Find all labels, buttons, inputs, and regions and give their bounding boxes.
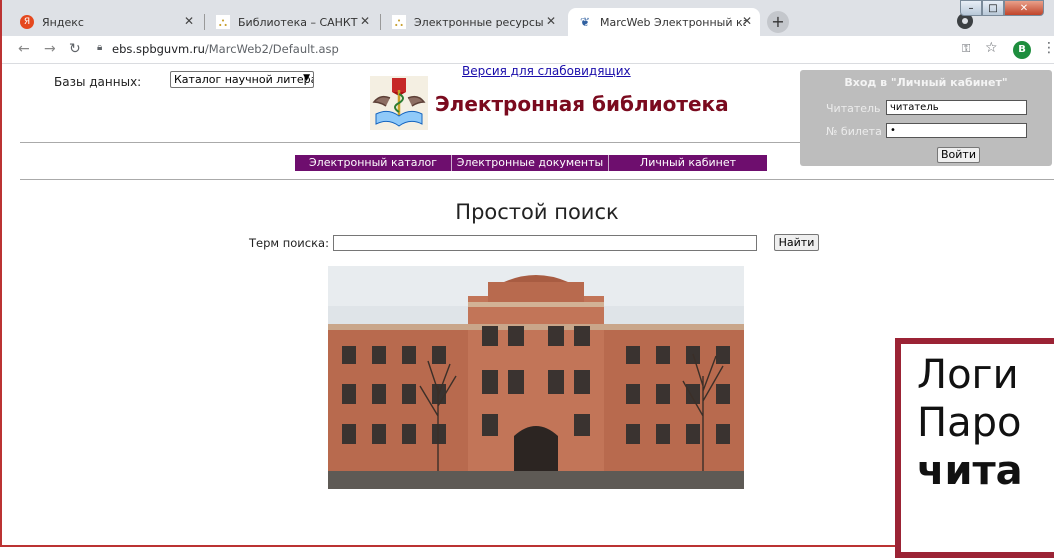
low-vision-link[interactable]: Версия для слабовидящих: [462, 64, 631, 78]
tab-label: MarcWeb Электронный каталог: [600, 15, 746, 29]
tab-label: Библиотека – САНКТ-ПЕТЕРБУРГ: [238, 15, 358, 29]
url-domain: ebs.spbguvm.ru: [112, 42, 205, 56]
library-icon: ⛬: [392, 15, 406, 29]
lock-icon: 🔒︎: [97, 42, 103, 53]
hint-password-line: Паро: [917, 400, 1022, 446]
page-content: Базы данных: Каталог научной литерат ▼ В…: [2, 64, 1054, 558]
credentials-hint-box: Логи Паро чита: [895, 338, 1054, 558]
reload-icon[interactable]: ↻: [69, 41, 81, 57]
close-icon[interactable]: ✕: [742, 14, 752, 28]
tab-yandex[interactable]: Я Яндекс ✕: [10, 8, 202, 36]
close-window-button[interactable]: ✕: [1004, 0, 1044, 16]
menu-item-cabinet[interactable]: Личный кабинет: [609, 155, 767, 171]
search-button[interactable]: Найти: [774, 234, 819, 251]
menu-item-documents[interactable]: Электронные документы: [452, 155, 609, 171]
main-menu: Электронный каталог Электронные документ…: [295, 155, 767, 171]
login-button[interactable]: Войти: [937, 147, 980, 163]
database-select[interactable]: Каталог научной литерат ▼: [170, 71, 314, 88]
divider: [20, 179, 1054, 180]
tab-marcweb[interactable]: ❦ MarcWeb Электронный каталог ✕: [568, 8, 760, 36]
site-title: Электронная библиотека: [435, 92, 729, 116]
divider: [20, 142, 800, 143]
university-building-photo: [328, 266, 744, 489]
url-field[interactable]: ebs.spbguvm.ru/MarcWeb2/Default.asp: [112, 42, 339, 56]
more-menu-icon[interactable]: ⋮: [1042, 40, 1054, 56]
search-input[interactable]: [333, 235, 757, 251]
address-bar: ← → ↻ 🔒︎ ebs.spbguvm.ru/MarcWeb2/Default…: [2, 36, 1054, 64]
library-icon: ⛬: [216, 15, 230, 29]
back-arrow-icon[interactable]: ←: [18, 41, 30, 57]
star-icon[interactable]: ☆: [985, 40, 998, 56]
tab-separator: [204, 14, 205, 30]
url-path: /MarcWeb2/Default.asp: [204, 42, 339, 56]
menu-item-catalog[interactable]: Электронный каталог: [295, 155, 452, 171]
yandex-icon: Я: [20, 15, 34, 29]
tab-library[interactable]: ⛬ Библиотека – САНКТ-ПЕТЕРБУРГ ✕: [206, 8, 378, 36]
reader-input[interactable]: читатель: [886, 100, 1027, 115]
ticket-label: № билета: [826, 125, 882, 138]
tab-bar: Я Яндекс ✕ ⛬ Библиотека – САНКТ-ПЕТЕРБУР…: [2, 0, 1054, 36]
reader-label: Читатель: [826, 102, 881, 115]
chevron-down-icon: ▼: [303, 73, 310, 83]
database-label: Базы данных:: [54, 75, 142, 89]
ticket-input[interactable]: •: [886, 123, 1027, 138]
avatar[interactable]: В: [1013, 41, 1031, 59]
minimize-button[interactable]: –: [960, 0, 982, 16]
tab-separator: [380, 14, 381, 30]
hint-reader-line: чита: [917, 448, 1023, 494]
key-icon[interactable]: ⚿: [962, 42, 970, 56]
close-icon[interactable]: ✕: [184, 14, 194, 28]
tab-label: Яндекс: [42, 15, 84, 29]
search-term-label: Терм поиска:: [249, 236, 329, 250]
forward-arrow-icon[interactable]: →: [44, 41, 56, 57]
tab-e-resources[interactable]: ⛬ Электронные ресурсы – САНКТ ✕: [382, 8, 564, 36]
close-icon[interactable]: ✕: [360, 14, 370, 28]
login-panel: Вход в "Личный кабинет" Читатель читател…: [800, 70, 1052, 166]
close-icon[interactable]: ✕: [546, 14, 556, 28]
marcweb-icon: ❦: [578, 15, 592, 29]
library-logo: [370, 76, 428, 130]
login-title: Вход в "Личный кабинет": [844, 76, 1008, 89]
tab-label: Электронные ресурсы – САНКТ: [414, 15, 548, 29]
database-select-value: Каталог научной литерат: [174, 73, 314, 86]
maximize-button[interactable]: □: [982, 0, 1004, 16]
hint-login-line: Логи: [917, 352, 1019, 398]
new-tab-button[interactable]: +: [767, 11, 789, 33]
page-title: Простой поиск: [455, 200, 619, 224]
